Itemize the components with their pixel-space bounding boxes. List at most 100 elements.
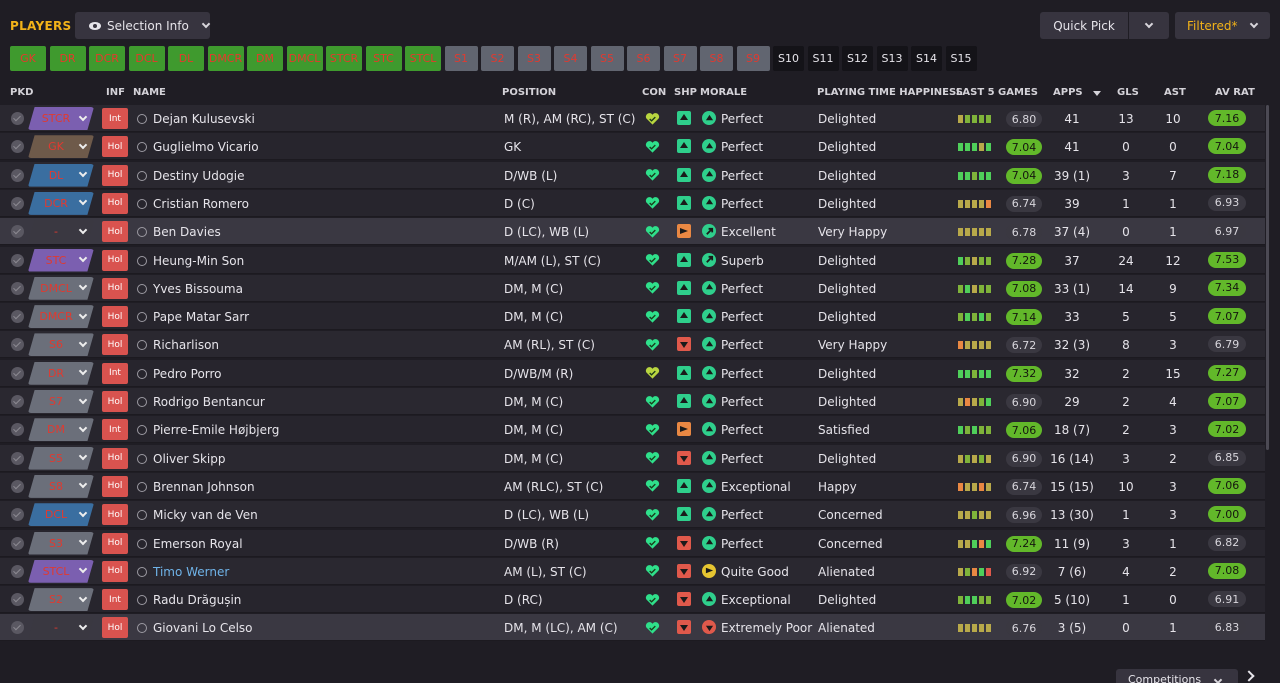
quick-pick-dropdown[interactable] (1129, 12, 1169, 39)
selection-info-button[interactable]: Selection Info (75, 12, 211, 39)
inf-badge[interactable]: Hol (102, 475, 128, 497)
pick-check-icon[interactable] (11, 310, 24, 324)
tag-s12[interactable]: S12 (842, 46, 873, 71)
position-selector[interactable]: STCL (28, 559, 94, 583)
tag-s15[interactable]: S15 (945, 46, 977, 71)
table-row[interactable]: S6 Hol Richarlison AM (RL), ST (C) Perfect Ve… (0, 331, 1265, 359)
player-name[interactable]: Destiny Udogie (153, 169, 245, 183)
tag-s5[interactable]: S5 (590, 46, 624, 71)
tag-s2[interactable]: S2 (481, 46, 514, 71)
player-name[interactable]: Timo Werner (153, 565, 229, 579)
position-selector[interactable]: S7 (28, 390, 94, 413)
table-row[interactable]: DCL Hol Micky van de Ven D (LC), WB (L) Perf… (0, 501, 1265, 529)
tag-dl[interactable]: DL (168, 46, 204, 71)
table-row[interactable]: DMCR Hol Pape Matar Sarr DM, M (C) Perfect De… (0, 303, 1265, 331)
inf-badge[interactable]: Int (102, 108, 128, 129)
position-selector[interactable]: S3 (28, 531, 94, 555)
inf-badge[interactable]: Hol (102, 136, 128, 158)
position-selector[interactable]: DCL (28, 503, 94, 527)
tag-s7[interactable]: S7 (663, 46, 697, 71)
tag-s10[interactable]: S10 (773, 46, 804, 71)
tag-dr[interactable]: DR (49, 46, 86, 71)
pick-check-icon[interactable] (11, 621, 24, 635)
table-row[interactable]: STCL Hol Timo Werner AM (L), ST (C) Quite Go… (0, 557, 1265, 585)
scrollbar-thumb[interactable] (1266, 105, 1269, 450)
table-row[interactable]: DR Int Pedro Porro D/WB/M (R) Perfect Delight… (0, 359, 1265, 387)
position-selector[interactable]: - (28, 616, 94, 640)
column-position[interactable]: POSITION (502, 87, 556, 98)
column-ast[interactable]: AST (1164, 87, 1186, 98)
player-name[interactable]: Emerson Royal (153, 537, 243, 551)
tag-gk[interactable]: GK (10, 46, 46, 71)
inf-badge[interactable]: Hol (102, 504, 128, 526)
competitions-button[interactable]: Competitions (1116, 669, 1238, 683)
player-name[interactable]: Ben Davies (153, 225, 221, 239)
position-selector[interactable]: S8 (28, 474, 94, 498)
player-name[interactable]: Cristian Romero (153, 197, 249, 211)
tag-stc[interactable]: STC (365, 46, 402, 71)
table-row[interactable]: S3 Hol Emerson Royal D/WB (R) Perfect Concern… (0, 529, 1265, 557)
inf-badge[interactable]: Hol (102, 249, 128, 271)
pick-check-icon[interactable] (11, 479, 24, 493)
inf-badge[interactable]: Int (102, 362, 128, 384)
inf-badge[interactable]: Int (102, 419, 128, 441)
column-name[interactable]: NAME (133, 87, 166, 98)
player-name[interactable]: Yves Bissouma (153, 282, 243, 296)
pick-check-icon[interactable] (11, 140, 24, 154)
pick-check-icon[interactable] (11, 536, 24, 550)
player-name[interactable]: Giovani Lo Celso (153, 621, 253, 635)
table-row[interactable]: S2 Int Radu Drăgușin D (RC) Exceptional Delig… (0, 586, 1265, 614)
table-row[interactable]: GK Hol Guglielmo Vicario GK Perfect Delighted… (0, 133, 1265, 161)
player-name[interactable]: Rodrigo Bentancur (153, 395, 265, 409)
position-selector[interactable]: DL (28, 163, 94, 187)
player-name[interactable]: Brennan Johnson (153, 480, 255, 494)
pick-check-icon[interactable] (11, 112, 24, 125)
player-name[interactable]: Richarlison (153, 338, 219, 352)
inf-badge[interactable]: Hol (102, 334, 128, 356)
tag-dcr[interactable]: DCR (89, 46, 125, 71)
position-selector[interactable]: S6 (28, 333, 94, 357)
column-apps[interactable]: APPS (1053, 87, 1083, 98)
table-row[interactable]: S8 Hol Brennan Johnson AM (RLC), ST (C) Exce… (0, 472, 1265, 500)
pick-check-icon[interactable] (11, 196, 24, 210)
table-row[interactable]: - Hol Giovani Lo Celso DM, M (LC), AM (C) Ex… (0, 614, 1265, 642)
inf-badge[interactable]: Hol (102, 532, 128, 554)
table-row[interactable]: STC Hol Heung-Min Son M/AM (L), ST (C) Super… (0, 246, 1265, 274)
position-selector[interactable]: DMCR (28, 305, 94, 329)
tag-s1[interactable]: S1 (444, 46, 478, 71)
table-row[interactable]: DL Hol Destiny Udogie D/WB (L) Perfect Deligh… (0, 161, 1265, 189)
pick-check-icon[interactable] (11, 366, 24, 380)
player-name[interactable]: Pape Matar Sarr (153, 310, 249, 324)
player-name[interactable]: Micky van de Ven (153, 508, 258, 522)
position-selector[interactable]: STC (28, 248, 94, 272)
table-row[interactable]: S5 Hol Oliver Skipp DM, M (C) Perfect Delight… (0, 444, 1265, 472)
player-name[interactable]: Heung-Min Son (153, 254, 244, 268)
position-selector[interactable]: S2 (28, 588, 94, 612)
position-selector[interactable]: STCR (28, 107, 94, 130)
tag-s6[interactable]: S6 (627, 46, 660, 71)
column-av-rat[interactable]: AV RAT (1215, 87, 1255, 98)
pick-check-icon[interactable] (11, 253, 24, 267)
inf-badge[interactable]: Hol (102, 221, 128, 243)
pick-check-icon[interactable] (11, 395, 24, 408)
position-selector[interactable]: DMCL (28, 276, 94, 300)
position-selector[interactable]: - (28, 220, 94, 244)
player-name[interactable]: Radu Drăgușin (153, 593, 241, 607)
pick-check-icon[interactable] (11, 281, 24, 295)
pick-check-icon[interactable] (11, 225, 24, 239)
tag-s8[interactable]: S8 (700, 46, 733, 71)
column-morale[interactable]: MORALE (700, 87, 747, 98)
position-selector[interactable]: GK (28, 135, 94, 159)
pick-check-icon[interactable] (11, 508, 24, 522)
column-inf[interactable]: INF (106, 87, 125, 98)
quick-pick-button[interactable]: Quick Pick (1040, 12, 1128, 39)
tag-dmcr[interactable]: DMCR (207, 46, 244, 71)
inf-badge[interactable]: Hol (102, 277, 128, 299)
inf-badge[interactable]: Int (102, 589, 128, 611)
inf-badge[interactable]: Hol (102, 391, 128, 412)
table-row[interactable]: S7 Hol Rodrigo Bentancur DM, M (C) Perfect De… (0, 388, 1265, 415)
filter-button[interactable]: Filtered* (1175, 12, 1270, 39)
inf-badge[interactable]: Hol (102, 447, 128, 469)
inf-badge[interactable]: Hol (102, 560, 128, 582)
tag-dcl[interactable]: DCL (128, 46, 165, 71)
